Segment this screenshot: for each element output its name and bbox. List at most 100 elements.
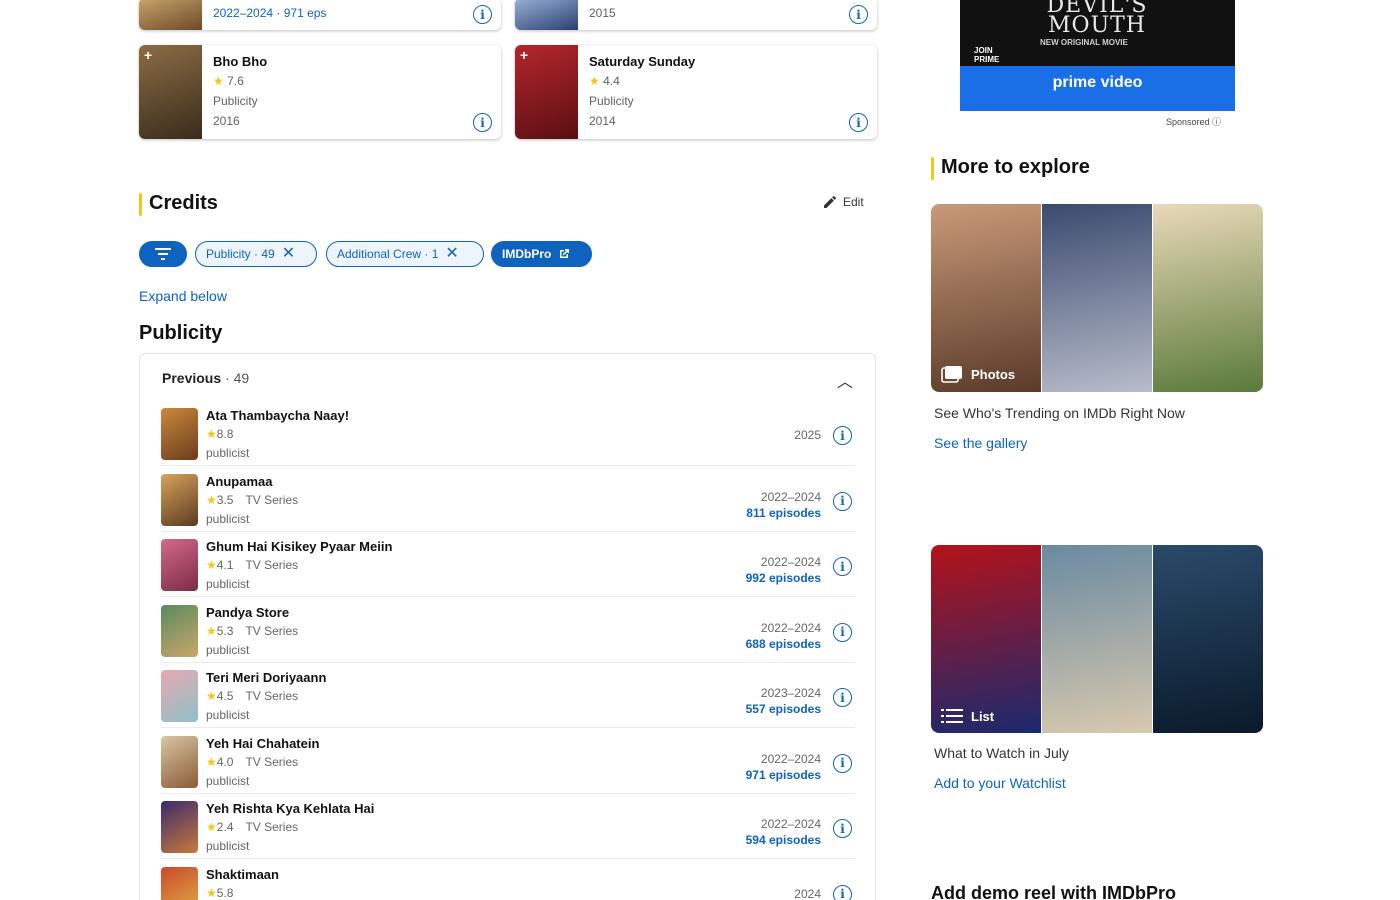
episodes-link[interactable]: 688 episodes — [746, 637, 821, 651]
credit-rating: 4.0 — [216, 754, 234, 769]
list-card[interactable]: List — [931, 545, 1263, 733]
add-to-watchlist-link[interactable]: Add to your Watchlist — [934, 775, 1066, 791]
credit-years: 2025 — [794, 428, 821, 442]
photo-tile — [1042, 204, 1152, 392]
credit-row[interactable]: Shaktimaan ★5.8 2024 i — [161, 860, 855, 900]
credit-row[interactable]: Ghum Hai Kisikey Pyaar Meiin ★4.1 TV Serie… — [161, 532, 855, 597]
credit-years: 2022–2024 — [760, 751, 821, 766]
credit-role: publicist — [206, 642, 250, 657]
credit-meta: ★5.8 — [206, 886, 233, 900]
credit-title[interactable]: Anupamaa — [206, 474, 272, 489]
credit-title[interactable]: Shaktimaan — [206, 867, 279, 882]
info-icon[interactable]: i — [849, 113, 868, 132]
ad-banner[interactable]: DEVIL'S MOUTH NEW ORIGINAL MOVIE JOIN PR… — [960, 0, 1235, 111]
more-to-explore-heading: More to explore — [931, 156, 1090, 180]
poster-thumbnail[interactable] — [161, 670, 198, 722]
poster-thumbnail[interactable] — [161, 604, 198, 657]
known-for-title[interactable]: Bho Bho — [213, 54, 267, 69]
credit-row[interactable]: Pandya Store ★5.3 TV Series publicist 2022–2… — [161, 598, 855, 663]
info-icon[interactable]: i — [833, 819, 852, 838]
info-icon[interactable]: i — [833, 688, 852, 707]
publicity-credits-panel: Previous · 49 ︿ Ata Thambaycha Naay! ★8.8… — [139, 353, 876, 900]
known-for-card[interactable]: + Bho Bho ★ 7.6 Publicity 2016 i — [139, 45, 501, 139]
chip-additional-crew[interactable]: Additional Crew · 1 ✕ — [326, 241, 484, 267]
list-tile — [1042, 545, 1152, 733]
edit-label: Edit — [843, 195, 864, 209]
chip-imdbpro[interactable]: IMDbPro — [491, 241, 592, 267]
info-icon[interactable]: i — [833, 884, 852, 900]
credit-title[interactable]: Ghum Hai Kisikey Pyaar Meiin — [206, 539, 392, 554]
poster-image[interactable] — [515, 0, 578, 30]
info-icon[interactable]: i — [833, 557, 852, 576]
credit-row[interactable]: Teri Meri Doriyaann ★4.5 TV Series publicis… — [161, 663, 855, 728]
prime-video-logo: prime video — [1052, 74, 1143, 91]
star-icon: ★ — [206, 492, 217, 507]
credit-title[interactable]: Yeh Rishta Kya Kehlata Hai — [206, 801, 374, 816]
chip-publicity[interactable]: Publicity · 49 ✕ — [195, 241, 317, 267]
star-icon: ★ — [206, 427, 217, 441]
previous-header[interactable]: Previous · 49 — [162, 370, 249, 386]
credit-title[interactable]: Pandya Store — [206, 605, 289, 620]
poster-image[interactable]: + — [139, 45, 202, 139]
list-label: List — [941, 708, 994, 724]
known-for-title[interactable]: Saturday Sunday — [589, 54, 695, 69]
add-to-watchlist-icon[interactable]: + — [144, 47, 152, 63]
info-icon[interactable]: i — [833, 491, 852, 511]
credit-rating: 4.5 — [216, 689, 234, 703]
known-for-card[interactable]: 2015 i — [515, 0, 877, 30]
chevron-up-icon[interactable]: ︿ — [837, 368, 853, 392]
credit-row[interactable]: Yeh Hai Chahatein ★4.0 TV Series publicist 2… — [161, 729, 855, 794]
info-icon[interactable]: i — [473, 113, 492, 132]
episodes-link[interactable]: 811 episodes — [746, 506, 821, 520]
info-icon[interactable]: i — [849, 5, 868, 24]
credit-role: publicist — [206, 773, 250, 788]
star-icon: ★ — [206, 558, 217, 572]
credit-meta: ★3.5 TV Series — [206, 493, 298, 507]
info-icon[interactable]: i — [833, 622, 852, 642]
expand-below-link[interactable]: Expand below — [139, 288, 227, 304]
credit-row[interactable]: Yeh Rishta Kya Kehlata Hai ★2.4 TV Series p… — [161, 794, 855, 859]
poster-thumbnail[interactable] — [161, 473, 198, 526]
credit-title[interactable]: Yeh Hai Chahatein — [206, 736, 319, 751]
credit-type: TV Series — [245, 492, 299, 507]
close-icon[interactable]: ✕ — [445, 246, 458, 262]
ad-join-label: JOIN PRIME — [974, 46, 1000, 64]
sponsored-label[interactable]: Sponsored ⓘ — [1166, 115, 1221, 128]
photo-tile — [1153, 204, 1263, 392]
photos-caption: See Who's Trending on IMDb Right Now — [934, 405, 1185, 421]
poster-thumbnail[interactable] — [161, 801, 198, 853]
episodes-link[interactable]: 557 episodes — [746, 702, 821, 716]
episodes-link[interactable]: 594 episodes — [746, 833, 821, 847]
known-for-card[interactable]: 2022–2024 · 971 eps i — [139, 0, 501, 30]
rating: ★ 4.4 — [589, 74, 620, 88]
poster-image[interactable] — [139, 0, 202, 30]
poster-thumbnail[interactable] — [161, 866, 198, 900]
info-icon[interactable]: i — [473, 5, 492, 24]
poster-thumbnail[interactable] — [161, 408, 198, 460]
close-icon[interactable]: ✕ — [282, 246, 295, 262]
poster-image[interactable]: + — [515, 45, 578, 139]
poster-thumbnail[interactable] — [161, 539, 198, 591]
photos-card[interactable]: Photos — [931, 204, 1263, 392]
see-gallery-link[interactable]: See the gallery — [934, 435, 1027, 451]
credit-role: publicist — [206, 839, 250, 853]
known-for-year: 2015 — [589, 6, 616, 20]
poster-thumbnail[interactable] — [161, 735, 198, 788]
filter-button[interactable] — [139, 241, 187, 267]
episodes-link[interactable]: 992 episodes — [746, 571, 821, 585]
star-icon: ★ — [206, 820, 217, 834]
credit-meta: ★2.4 TV Series — [206, 820, 298, 834]
add-to-watchlist-icon[interactable]: + — [520, 47, 528, 63]
episodes-link[interactable]: 971 episodes — [746, 768, 821, 782]
credit-title[interactable]: Ata Thambaycha Naay! — [206, 408, 349, 423]
credit-type: TV Series — [245, 754, 299, 769]
credit-title[interactable]: Teri Meri Doriyaann — [206, 670, 326, 685]
info-icon[interactable]: i — [833, 753, 852, 773]
star-icon: ★ — [589, 74, 604, 88]
known-for-card[interactable]: + Saturday Sunday ★ 4.4 Publicity 2014 i — [515, 45, 877, 139]
credit-row[interactable]: Anupamaa ★3.5 TV Series publicist 2022–2024 8… — [161, 467, 855, 532]
edit-button[interactable]: Edit — [822, 194, 864, 210]
info-icon[interactable]: i — [833, 426, 852, 445]
credit-row[interactable]: Ata Thambaycha Naay! ★8.8 publicist 2025 i — [161, 401, 855, 466]
credit-rating: 2.4 — [216, 820, 234, 834]
